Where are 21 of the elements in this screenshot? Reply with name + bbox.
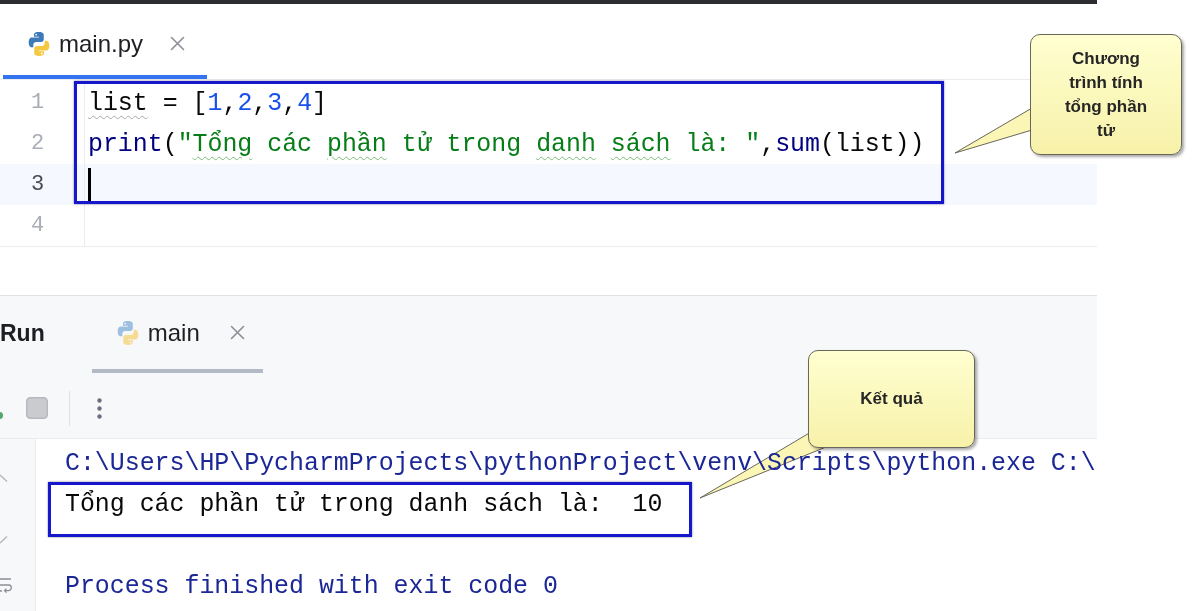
- scroll-down-icon[interactable]: [0, 536, 8, 544]
- line-number: 4: [30, 211, 45, 240]
- code-line: list = [1,2,3,4]: [88, 87, 327, 119]
- soft-wrap-icon[interactable]: [0, 577, 12, 593]
- console-line: Process finished with exit code 0: [65, 571, 558, 600]
- callout-note: Chương trình tính tổng phần tử: [1030, 34, 1182, 155]
- close-icon[interactable]: [170, 36, 186, 51]
- console-line: Tổng các phần tử trong danh sách là: 10: [65, 489, 663, 518]
- more-icon[interactable]: [97, 397, 102, 419]
- python-icon: [115, 320, 140, 345]
- run-tab[interactable]: main: [91, 296, 263, 373]
- code-line: print("Tổng các phần tử trong danh sách là: ",sum(list)): [88, 128, 925, 160]
- python-icon: [27, 31, 51, 56]
- rerun-icon[interactable]: [0, 411, 3, 419]
- line-number: 3: [30, 170, 45, 199]
- scroll-up-icon[interactable]: [0, 474, 8, 482]
- line-number: 1: [30, 88, 45, 117]
- callout-note: Kết quả: [808, 350, 975, 448]
- line-number: 2: [30, 129, 45, 158]
- close-icon[interactable]: [229, 325, 245, 340]
- panel-title: Run: [0, 319, 45, 347]
